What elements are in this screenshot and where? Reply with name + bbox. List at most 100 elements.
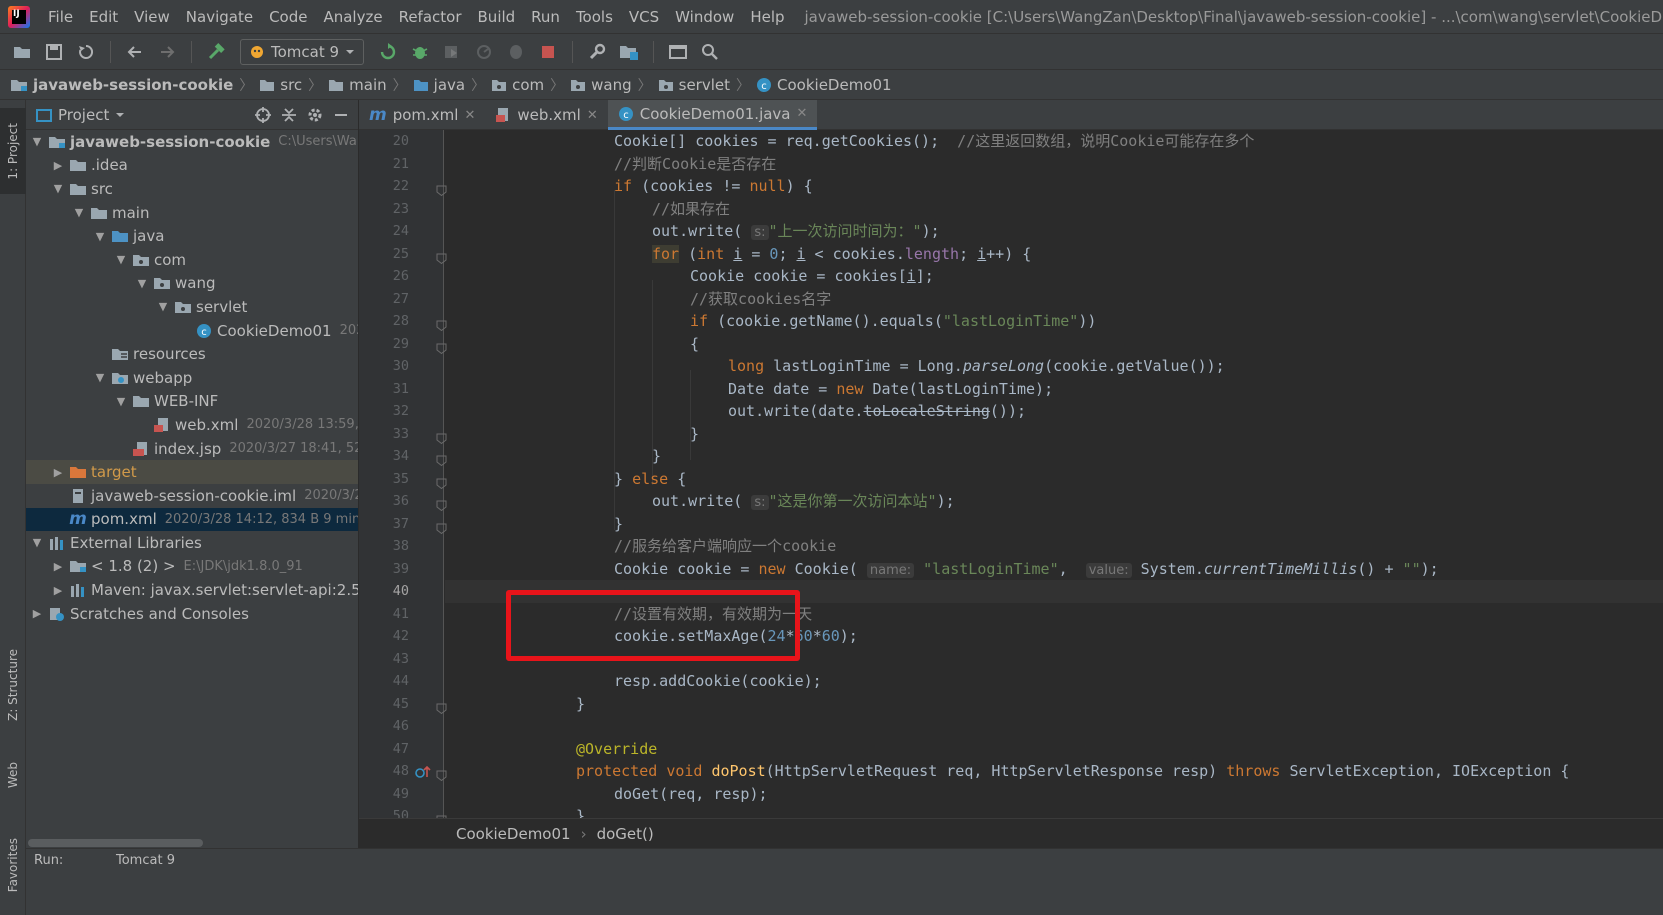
expanded-arrow-icon[interactable]: ▼ xyxy=(30,135,44,148)
expanded-arrow-icon[interactable]: ▼ xyxy=(51,182,65,195)
tree-node[interactable]: ▼ External Libraries xyxy=(26,531,358,555)
menu-edit[interactable]: Edit xyxy=(81,8,126,26)
project-structure-icon[interactable] xyxy=(615,38,643,66)
run-anything-icon[interactable] xyxy=(664,38,692,66)
breadcrumb-src[interactable]: src xyxy=(259,76,302,94)
tree-node[interactable]: ▶ < 1.8 (2) > E:\JDK\jdk1.8.0_91 xyxy=(26,555,358,579)
tree-node[interactable]: ▼ java xyxy=(26,224,358,248)
expanded-arrow-icon[interactable]: ▼ xyxy=(30,536,44,549)
menu-analyze[interactable]: Analyze xyxy=(315,8,390,26)
tree-node[interactable]: javaweb-session-cookie.iml 2020/3/27 xyxy=(26,484,358,508)
code-area[interactable]: Cookie[] cookies = req.getCookies(); //这… xyxy=(445,130,1663,915)
project-tool-tab[interactable]: 1: Project xyxy=(0,108,26,194)
collapsed-arrow-icon[interactable]: ▶ xyxy=(51,584,65,597)
tree-node[interactable]: ▼ src xyxy=(26,177,358,201)
search-icon[interactable] xyxy=(696,38,724,66)
close-icon[interactable]: ✕ xyxy=(797,106,808,121)
menu-vcs[interactable]: VCS xyxy=(621,8,667,26)
menu-run[interactable]: Run xyxy=(523,8,568,26)
tree-node[interactable]: ▼ javaweb-session-cookie C:\Users\WangZ xyxy=(26,130,358,154)
run-tool-config[interactable]: Tomcat 9 xyxy=(116,853,175,868)
open-folder-icon[interactable] xyxy=(8,38,36,66)
settings-wrench-icon[interactable] xyxy=(583,38,611,66)
breadcrumb-com[interactable]: com xyxy=(491,76,544,94)
close-icon[interactable]: ✕ xyxy=(587,108,598,123)
expanded-arrow-icon[interactable]: ▼ xyxy=(114,395,128,408)
tree-node[interactable]: ▼ WEB-INF xyxy=(26,390,358,414)
tree-node[interactable]: ▼ com xyxy=(26,248,358,272)
collapsed-arrow-icon[interactable]: ▶ xyxy=(51,466,65,479)
tree-node[interactable]: ▶ Scratches and Consoles xyxy=(26,602,358,626)
tree-node[interactable]: ▼ wang xyxy=(26,272,358,296)
line-number: 40 xyxy=(392,583,409,599)
menu-navigate[interactable]: Navigate xyxy=(178,8,261,26)
collapse-all-icon[interactable] xyxy=(280,106,298,124)
run-configuration-select[interactable]: Tomcat 9 xyxy=(240,38,365,65)
expanded-arrow-icon[interactable]: ▼ xyxy=(156,300,170,313)
locate-target-icon[interactable] xyxy=(254,106,272,124)
chevron-down-icon[interactable] xyxy=(115,111,125,119)
iml-file-icon xyxy=(69,488,87,504)
favorites-tool-tab[interactable]: Favorites xyxy=(0,815,26,915)
tree-node[interactable]: ▼ webapp xyxy=(26,366,358,390)
forward-arrow-icon[interactable] xyxy=(153,38,181,66)
close-icon[interactable]: ✕ xyxy=(464,108,475,123)
expanded-arrow-icon[interactable]: ▼ xyxy=(72,206,86,219)
tree-node[interactable]: ▶ target xyxy=(26,460,358,484)
save-all-icon[interactable] xyxy=(40,38,68,66)
build-hammer-icon[interactable] xyxy=(202,38,230,66)
tab-pom-xml[interactable]: m pom.xml ✕ xyxy=(359,100,485,130)
stop-icon[interactable] xyxy=(534,38,562,66)
breadcrumb-java[interactable]: java xyxy=(413,76,465,94)
tree-node[interactable]: ▼ servlet xyxy=(26,295,358,319)
web-tool-tab[interactable]: Web xyxy=(0,745,26,805)
collapsed-arrow-icon[interactable]: ▶ xyxy=(51,159,65,172)
menu-view[interactable]: View xyxy=(126,8,178,26)
intellij-logo-icon: IJ xyxy=(8,5,30,28)
breadcrumb-project[interactable]: javaweb-session-cookie xyxy=(10,76,233,94)
breadcrumb-class[interactable]: c CookieDemo01 xyxy=(756,76,892,94)
tree-node[interactable]: web.xml 2020/3/28 13:59, 6 xyxy=(26,413,358,437)
menu-code[interactable]: Code xyxy=(261,8,315,26)
editor-breadcrumb-class[interactable]: CookieDemo01 xyxy=(456,825,571,843)
menu-file[interactable]: File xyxy=(40,8,81,26)
menu-help[interactable]: Help xyxy=(742,8,792,26)
run-with-coverage-icon[interactable] xyxy=(438,38,466,66)
tree-node[interactable]: resources xyxy=(26,342,358,366)
horizontal-scrollbar[interactable] xyxy=(28,839,203,847)
menu-window[interactable]: Window xyxy=(667,8,742,26)
tree-node[interactable]: ▼ main xyxy=(26,201,358,225)
code-line-27: //获取cookies名字 xyxy=(690,289,832,308)
project-view-selector[interactable]: Project xyxy=(58,106,109,124)
tab-cookiedemo01-java[interactable]: c CookieDemo01.java ✕ xyxy=(607,100,818,130)
tree-node[interactable]: mpom.xml 2020/3/28 14:12, 834 B 9 minute xyxy=(26,507,358,532)
menu-tools[interactable]: Tools xyxy=(568,8,621,26)
sync-icon[interactable] xyxy=(72,38,100,66)
tab-web-xml[interactable]: web.xml ✕ xyxy=(485,100,607,130)
debug-bug-icon[interactable] xyxy=(406,38,434,66)
tree-node[interactable]: ▶ .idea xyxy=(26,154,358,178)
expanded-arrow-icon[interactable]: ▼ xyxy=(93,230,107,243)
menu-refactor[interactable]: Refactor xyxy=(391,8,470,26)
tree-node[interactable]: index.jsp 2020/3/27 18:41, 52 B xyxy=(26,437,358,461)
tree-node[interactable]: c CookieDemo01 202 xyxy=(26,319,358,343)
breadcrumb-wang[interactable]: wang xyxy=(570,76,632,94)
editor-breadcrumb-method[interactable]: doGet() xyxy=(597,825,654,843)
menu-build[interactable]: Build xyxy=(470,8,524,26)
profile-icon[interactable] xyxy=(470,38,498,66)
collapsed-arrow-icon[interactable]: ▶ xyxy=(30,607,44,620)
tree-node[interactable]: ▶ Maven: javax.servlet:servlet-api:2.5 xyxy=(26,578,358,602)
rerun-icon[interactable] xyxy=(374,38,402,66)
breadcrumb-servlet[interactable]: servlet xyxy=(658,76,730,94)
structure-tool-tab[interactable]: Z: Structure xyxy=(0,635,26,735)
gear-icon[interactable] xyxy=(306,106,324,124)
expanded-arrow-icon[interactable]: ▼ xyxy=(135,277,149,290)
back-arrow-icon[interactable] xyxy=(121,38,149,66)
hide-panel-icon[interactable] xyxy=(332,106,350,124)
attach-debugger-icon[interactable] xyxy=(502,38,530,66)
expanded-arrow-icon[interactable]: ▼ xyxy=(93,371,107,384)
expanded-arrow-icon[interactable]: ▼ xyxy=(114,253,128,266)
breadcrumb-main[interactable]: main xyxy=(328,76,387,94)
collapsed-arrow-icon[interactable]: ▶ xyxy=(51,560,65,573)
override-method-icon[interactable] xyxy=(415,765,431,783)
